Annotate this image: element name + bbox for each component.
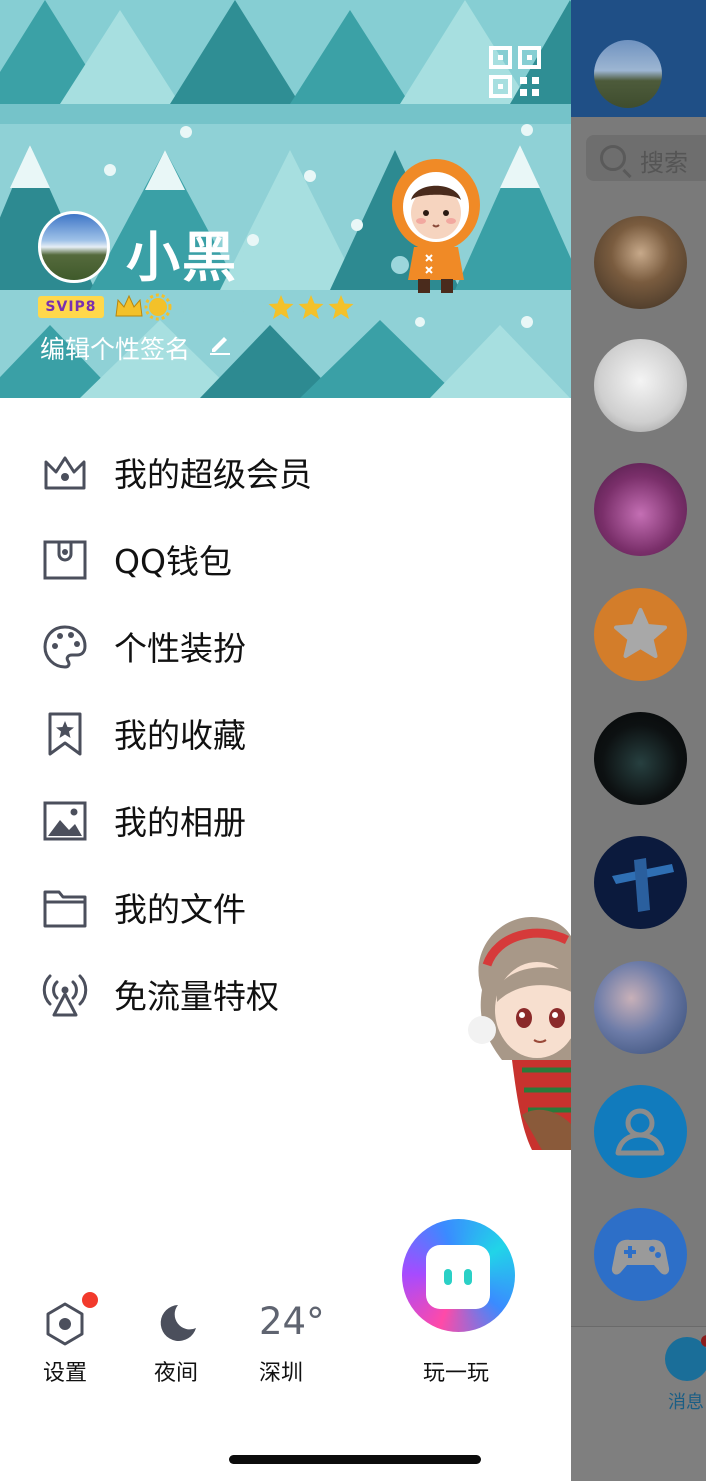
play-game-label-wrap[interactable]: 玩一玩 [423,1355,489,1387]
profile-banner[interactable]: 小黑 SVIP8 编辑个性签名 [0,0,571,398]
photo-icon [43,801,87,841]
level-badges[interactable] [114,292,354,322]
play-game-button[interactable] [402,1219,515,1332]
weather-temperature[interactable]: 24° [259,1300,325,1343]
background-header-avatar[interactable] [594,40,662,108]
background-search-bar[interactable]: 搜索 [586,135,706,181]
cube-eye-right [464,1269,472,1285]
weather-city: 深圳 [259,1361,304,1386]
folder-icon [43,890,87,928]
search-placeholder: 搜索 [640,149,688,177]
chat-avatar[interactable] [594,588,687,681]
chat-avatar[interactable] [594,339,687,432]
wallet-icon [43,540,87,580]
menu-item-label: 个性装扮 [114,629,246,668]
gamepad-icon [611,1239,670,1275]
chat-avatar[interactable] [594,463,687,556]
settings-icon[interactable] [45,1302,85,1346]
chat-avatar[interactable] [594,1208,687,1301]
crown-icon [44,456,86,490]
peeking-character-illustration [468,916,571,1150]
home-indicator[interactable] [229,1455,481,1464]
profile-avatar[interactable] [38,211,110,283]
night-mode-label: 夜间 [154,1361,199,1386]
chat-avatar[interactable] [594,961,687,1054]
menu-item-qq-wallet[interactable]: QQ钱包 [0,515,571,602]
qr-code-icon[interactable] [489,46,541,98]
night-mode-icon[interactable] [156,1302,198,1344]
weather-button[interactable]: 深圳 [259,1355,303,1387]
menu-item-label: 免流量特权 [114,977,279,1016]
night-mode-button[interactable]: 夜间 [154,1355,198,1387]
side-drawer: 小黑 SVIP8 编辑个性签名 我的超级会员 QQ钱包 个性装扮 我的收藏 我的… [0,0,571,1481]
profile-name[interactable]: 小黑 [126,213,238,292]
svip-badge[interactable]: SVIP8 [38,296,104,318]
background-header [571,0,706,117]
settings-button[interactable]: 设置 [43,1355,87,1387]
message-badge [701,1335,706,1347]
pencil-icon[interactable] [208,331,232,355]
x-logo-icon [612,858,674,912]
bookmark-star-icon [48,712,82,756]
menu-item-label: 我的收藏 [114,716,246,755]
search-icon [600,145,626,171]
cube-face-icon [426,1245,490,1309]
cube-eye-left [444,1269,452,1285]
menu-item-label: 我的超级会员 [114,455,312,494]
menu-item-label: 我的相册 [114,803,246,842]
contacts-icon [615,1108,665,1156]
play-game-label: 玩一玩 [423,1361,490,1386]
chat-avatar[interactable] [594,712,687,805]
menu-item-album[interactable]: 我的相册 [0,776,571,863]
settings-label: 设置 [43,1361,88,1386]
eskimo-mascot-icon [391,159,480,293]
palette-icon [43,625,87,669]
message-tab-icon[interactable] [665,1337,706,1381]
menu-item-personalize[interactable]: 个性装扮 [0,602,571,689]
star-icon [614,608,667,658]
menu-item-label: 我的文件 [114,890,246,929]
menu-item-favorites[interactable]: 我的收藏 [0,689,571,776]
chat-avatar[interactable] [594,836,687,929]
settings-notification-dot [82,1292,98,1308]
background-chat-list[interactable]: 搜索 消息 [571,0,706,1481]
menu-item-super-vip[interactable]: 我的超级会员 [0,428,571,515]
signature-prompt[interactable]: 编辑个性签名 [40,330,190,366]
chat-avatar[interactable] [594,1085,687,1178]
signal-tower-icon [42,974,88,1017]
chat-avatar[interactable] [594,216,687,309]
menu-item-label: QQ钱包 [114,542,232,581]
message-tab-label[interactable]: 消息 [668,1388,704,1414]
